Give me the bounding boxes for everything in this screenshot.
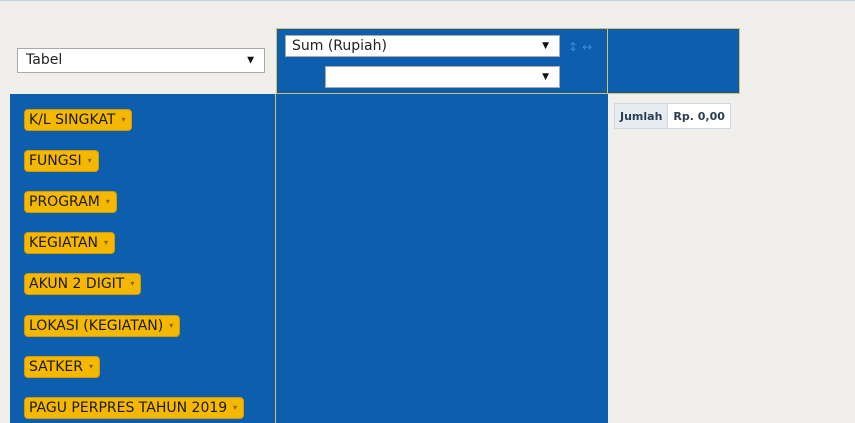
chevron-down-icon: ▼ <box>542 41 549 51</box>
aggregator-attribute-select[interactable]: ▼ <box>325 66 560 88</box>
row-axis-dropzone[interactable]: K/L SINGKAT ▾ FUNGSI ▾ PROGRAM ▾ KEGIATAN ▾ … <box>10 94 276 423</box>
dropdown-arrow-icon[interactable]: ▾ <box>130 279 134 288</box>
totals-table: Jumlah Rp. 0,00 <box>613 103 731 129</box>
top-divider <box>0 0 855 1</box>
dropdown-arrow-icon[interactable]: ▾ <box>88 156 92 165</box>
renderer-cell: Tabel ▼ <box>10 28 275 94</box>
dropdown-arrow-icon[interactable]: ▾ <box>104 238 108 247</box>
column-axis-dropzone[interactable] <box>608 28 740 94</box>
row-field-label: PAGU PERPRES TAHUN 2019 <box>29 400 228 416</box>
totals-row: Jumlah Rp. 0,00 <box>613 103 731 129</box>
row-field-label: SATKER <box>29 359 83 375</box>
row-field-pill[interactable]: KEGIATAN ▾ <box>24 232 116 254</box>
dropdown-arrow-icon[interactable]: ▾ <box>233 403 237 412</box>
row-field-label: PROGRAM <box>29 194 100 210</box>
aggregator-select[interactable]: Sum (Rupiah) ▼ <box>285 35 560 57</box>
row-field-label: AKUN 2 DIGIT <box>29 276 125 292</box>
renderer-select-value: Tabel <box>26 52 63 68</box>
row-sort-icon[interactable]: ↕ <box>568 40 582 54</box>
pivot-body-area <box>276 94 608 423</box>
row-field-label: FUNGSI <box>29 153 82 169</box>
row-field-pill[interactable]: K/L SINGKAT ▾ <box>24 109 133 131</box>
row-field-label: K/L SINGKAT <box>29 112 116 128</box>
aggregator-select-value: Sum (Rupiah) <box>292 38 387 54</box>
renderer-select[interactable]: Tabel ▼ <box>17 48 265 73</box>
aggregator-cell: Sum (Rupiah) ▼ ↕↔ ▼ <box>276 28 608 94</box>
chevron-down-icon: ▼ <box>542 72 549 82</box>
row-field-pill[interactable]: LOKASI (KEGIATAN) ▾ <box>24 315 181 337</box>
dropdown-arrow-icon[interactable]: ▾ <box>121 115 125 124</box>
row-field-pill[interactable]: AKUN 2 DIGIT ▾ <box>24 273 142 295</box>
sort-controls: ↕↔ <box>568 40 596 54</box>
dropdown-arrow-icon[interactable]: ▾ <box>106 197 110 206</box>
row-field-label: KEGIATAN <box>29 235 99 251</box>
dropdown-arrow-icon[interactable]: ▾ <box>169 321 173 330</box>
chevron-down-icon: ▼ <box>247 55 254 65</box>
total-label: Jumlah <box>613 103 669 129</box>
row-field-pill[interactable]: PAGU PERPRES TAHUN 2019 ▾ <box>24 397 245 419</box>
row-field-pill[interactable]: SATKER ▾ <box>24 356 100 378</box>
row-field-pill[interactable]: FUNGSI ▾ <box>24 150 99 172</box>
col-sort-icon[interactable]: ↔ <box>582 40 596 54</box>
total-value[interactable]: Rp. 0,00 <box>667 103 731 129</box>
dropdown-arrow-icon[interactable]: ▾ <box>89 362 93 371</box>
row-field-label: LOKASI (KEGIATAN) <box>29 318 164 334</box>
row-field-pill[interactable]: PROGRAM ▾ <box>24 191 117 213</box>
